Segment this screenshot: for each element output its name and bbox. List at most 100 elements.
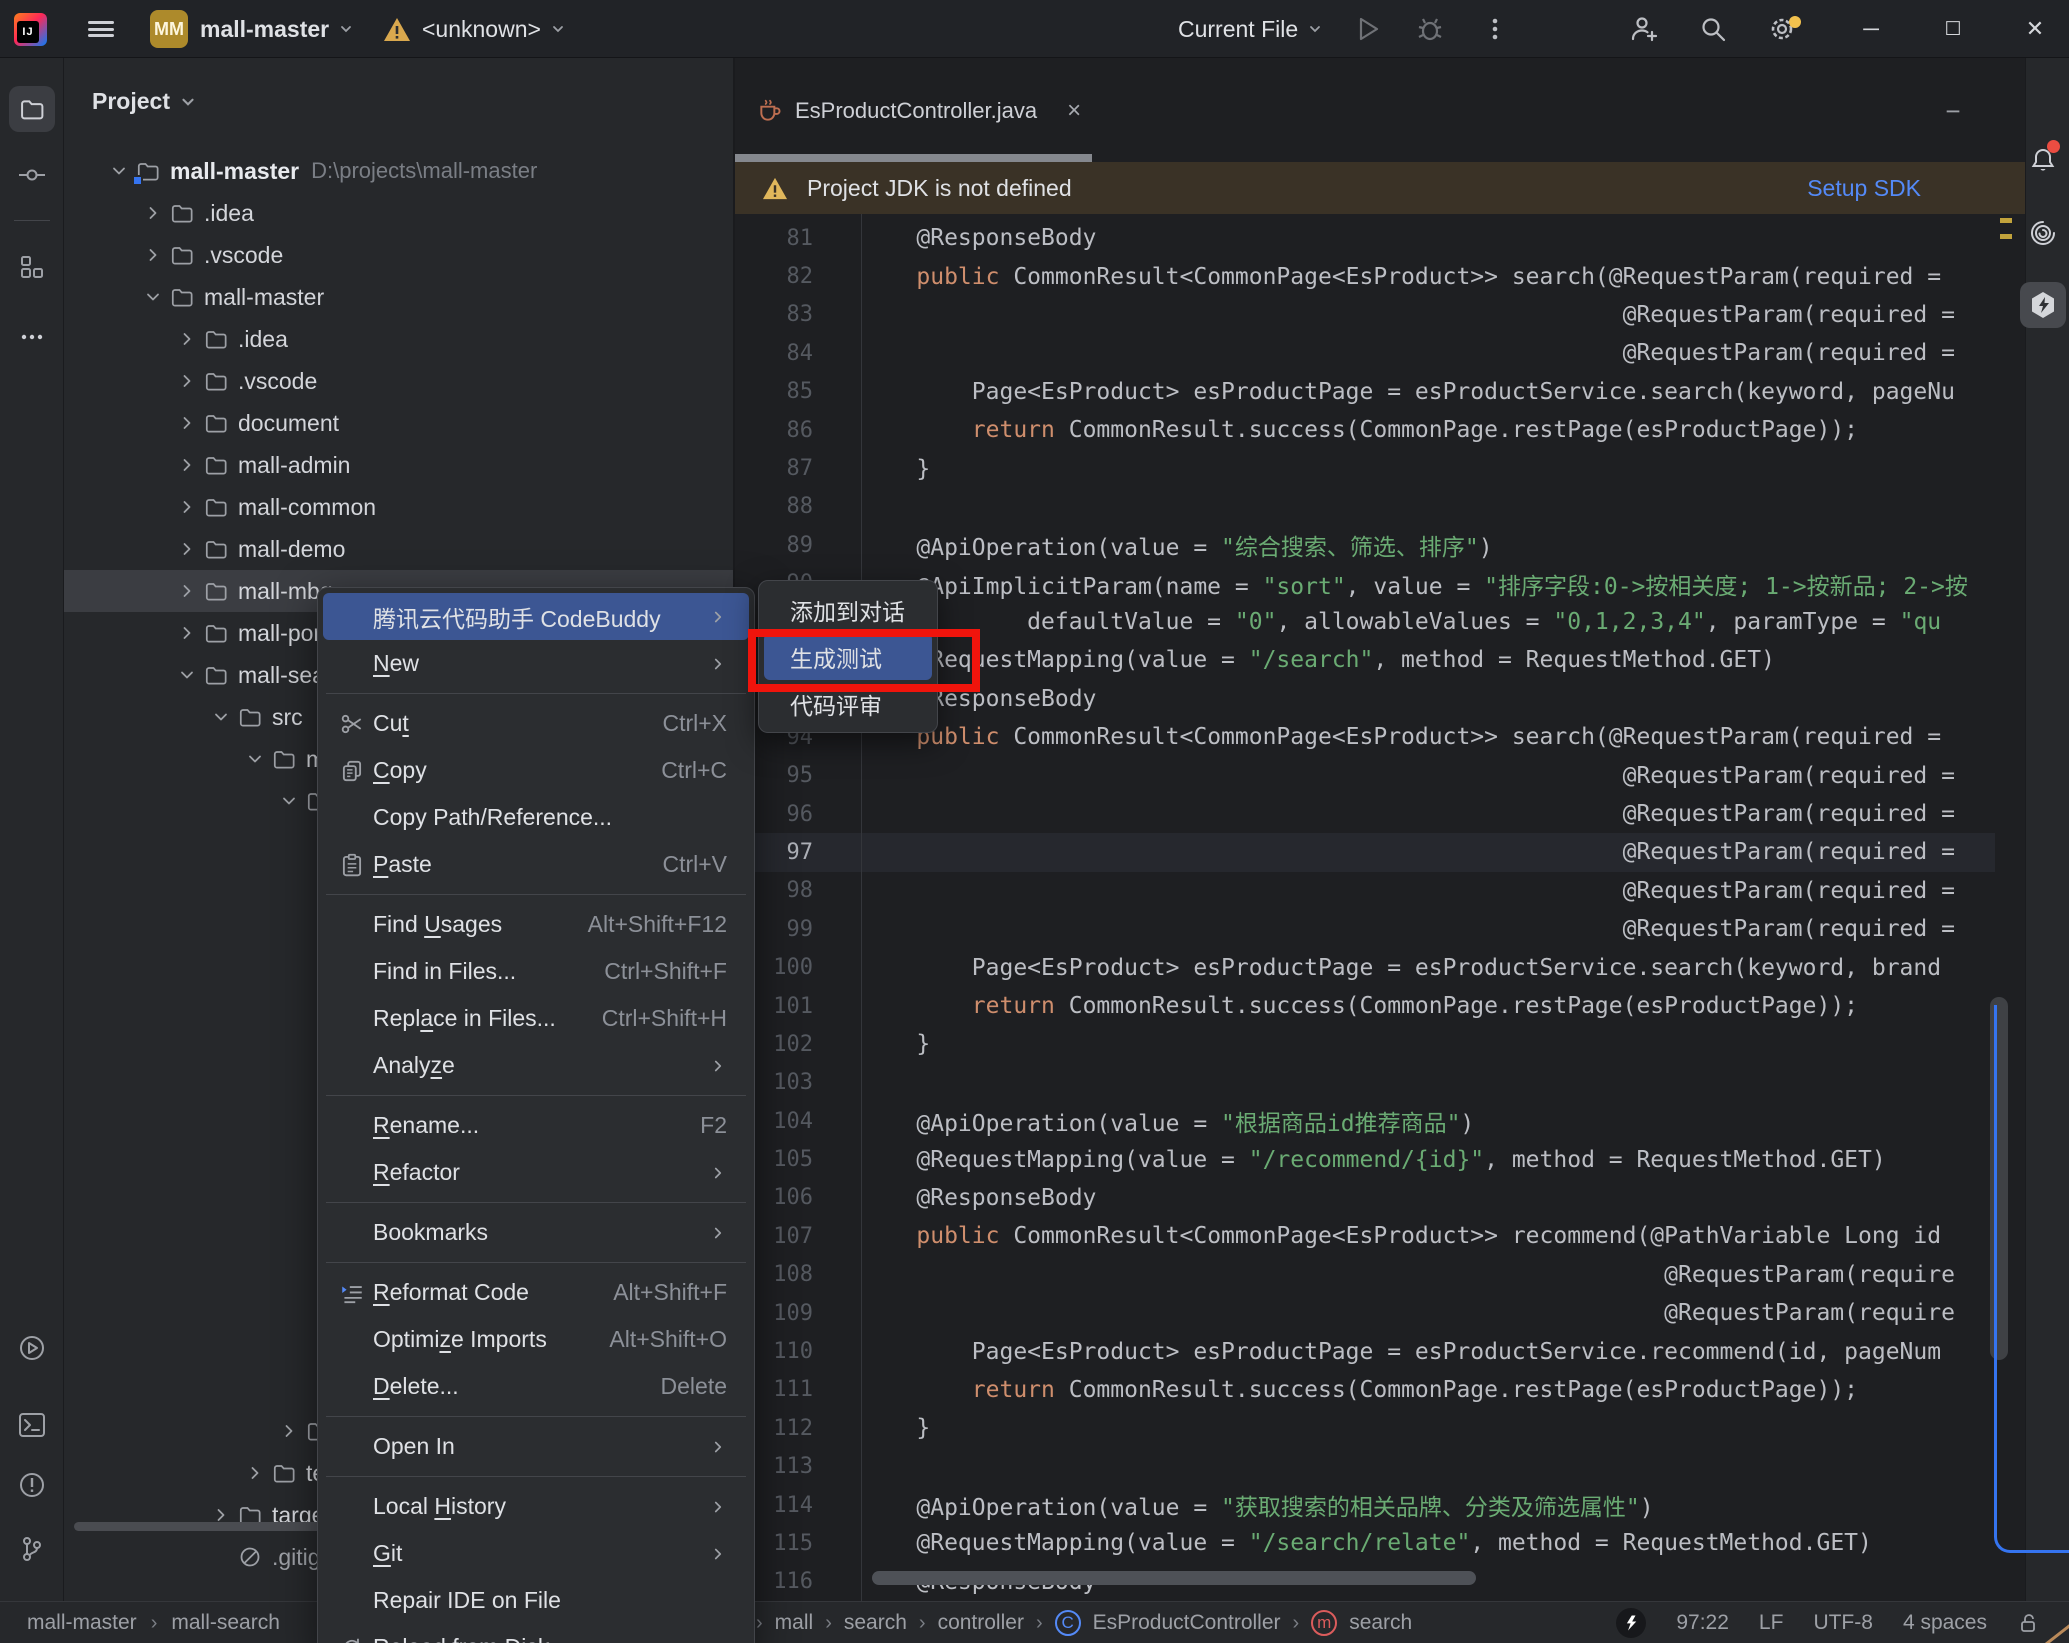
chevron-down-icon[interactable] xyxy=(274,791,304,811)
line-number[interactable]: 82 xyxy=(735,264,861,289)
breadcrumb-mall-search[interactable]: mall-search xyxy=(171,1611,280,1635)
line-number[interactable]: 88 xyxy=(735,494,861,519)
menu-item-repair-ide-on-file[interactable]: Repair IDE on File xyxy=(323,1577,749,1624)
project-avatar[interactable]: MM xyxy=(150,10,188,48)
setup-sdk-link[interactable]: Setup SDK xyxy=(1807,175,1921,202)
tree-item-mall-master[interactable]: mall-masterD:\projects\mall-master xyxy=(64,150,735,192)
tree-item--idea[interactable]: .idea xyxy=(64,318,735,360)
terminal-tool-icon[interactable] xyxy=(9,1402,55,1448)
menu-item-replace-in-files-[interactable]: Replace in Files...Ctrl+Shift+H xyxy=(323,995,749,1042)
close-button[interactable]: ✕ xyxy=(2012,0,2058,58)
add-user-icon[interactable] xyxy=(1628,14,1658,44)
tree-item-mall-master[interactable]: mall-master xyxy=(64,276,735,318)
menu-item-optimize-imports[interactable]: Optimize ImportsAlt+Shift+O xyxy=(323,1316,749,1363)
tree-item-mall-admin[interactable]: mall-admin xyxy=(64,444,735,486)
menu-item-find-usages[interactable]: Find UsagesAlt+Shift+F12 xyxy=(323,901,749,948)
chevron-down-icon[interactable] xyxy=(138,287,168,307)
run-configuration-selector[interactable]: Current File xyxy=(1178,0,1322,58)
menu-item-paste[interactable]: PasteCtrl+V xyxy=(323,841,749,888)
menu-item-copy[interactable]: CopyCtrl+C xyxy=(323,747,749,794)
line-number[interactable]: 85 xyxy=(735,379,861,404)
line-ending[interactable]: LF xyxy=(1759,1611,1784,1635)
caret-position[interactable]: 97:22 xyxy=(1676,1611,1729,1635)
menu-item-copy-path-reference-[interactable]: Copy Path/Reference... xyxy=(323,794,749,841)
file-encoding[interactable]: UTF-8 xyxy=(1813,1611,1873,1635)
tree-item--idea[interactable]: .idea xyxy=(64,192,735,234)
chevron-right-icon[interactable] xyxy=(172,413,202,433)
line-number[interactable]: 86 xyxy=(735,418,861,443)
project-selector[interactable]: mall-master xyxy=(200,0,353,58)
menu-item-腾讯云代码助手-codebuddy[interactable]: 腾讯云代码助手 CodeBuddy xyxy=(323,593,749,640)
search-icon[interactable] xyxy=(1698,14,1728,44)
chevron-right-icon[interactable] xyxy=(172,539,202,559)
menu-item-refactor[interactable]: Refactor xyxy=(323,1149,749,1196)
chevron-right-icon[interactable] xyxy=(172,455,202,475)
chevron-down-icon[interactable] xyxy=(172,665,202,685)
menu-item-rename-[interactable]: Rename...F2 xyxy=(323,1102,749,1149)
minimize-button[interactable]: ─ xyxy=(1848,0,1894,58)
breadcrumb-search[interactable]: search xyxy=(1349,1611,1412,1635)
run-tool-icon[interactable] xyxy=(9,1325,55,1371)
menu-item-reload-from-disk[interactable]: Reload from Disk xyxy=(323,1624,749,1643)
breadcrumb-controller[interactable]: controller xyxy=(938,1611,1024,1635)
chevron-right-icon[interactable] xyxy=(138,245,168,265)
project-tool-icon[interactable] xyxy=(9,86,55,132)
breadcrumb-esproductcontroller[interactable]: EsProductController xyxy=(1093,1611,1281,1635)
status-breadcrumb-left[interactable]: mall-master›mall-search xyxy=(27,1602,280,1643)
more-actions-icon[interactable] xyxy=(1480,14,1510,44)
menu-item-bookmarks[interactable]: Bookmarks xyxy=(323,1209,749,1256)
menu-item-git[interactable]: Git xyxy=(323,1530,749,1577)
menu-item-local-history[interactable]: Local History xyxy=(323,1483,749,1530)
indent-setting[interactable]: 4 spaces xyxy=(1903,1611,1987,1635)
chevron-down-icon[interactable] xyxy=(240,749,270,769)
breadcrumb-mall[interactable]: mall xyxy=(775,1611,814,1635)
tab-close-icon[interactable]: × xyxy=(1067,97,1081,125)
menu-item-delete-[interactable]: Delete...Delete xyxy=(323,1363,749,1410)
profile-selector[interactable]: <unknown> xyxy=(382,0,565,58)
structure-tool-icon[interactable] xyxy=(9,244,55,290)
line-number[interactable]: 81 xyxy=(735,226,861,251)
line-number[interactable]: 83 xyxy=(735,302,861,327)
editor-horizontal-scrollbar[interactable] xyxy=(872,1571,1476,1585)
codebuddy-icon[interactable] xyxy=(2020,282,2066,328)
status-breadcrumb-right[interactable]: ›mall›search›controller›CEsProductContro… xyxy=(756,1602,1412,1643)
submenu-item-添加到对话[interactable]: 添加到对话 xyxy=(764,586,932,633)
line-number[interactable]: 89 xyxy=(735,533,861,558)
menu-item-analyze[interactable]: Analyze xyxy=(323,1042,749,1089)
line-number[interactable]: 84 xyxy=(735,341,861,366)
chevron-down-icon[interactable] xyxy=(206,707,236,727)
chevron-right-icon[interactable] xyxy=(172,329,202,349)
maximize-button[interactable]: ☐ xyxy=(1930,0,1976,58)
breadcrumb-search[interactable]: search xyxy=(844,1611,907,1635)
run-icon[interactable] xyxy=(1352,14,1382,44)
main-menu-icon[interactable] xyxy=(88,0,114,58)
menu-item-find-in-files-[interactable]: Find in Files...Ctrl+Shift+F xyxy=(323,948,749,995)
menu-item-reformat-code[interactable]: Reformat CodeAlt+Shift+F xyxy=(323,1269,749,1316)
problems-tool-icon[interactable] xyxy=(9,1462,55,1508)
tree-item-mall-demo[interactable]: mall-demo xyxy=(64,528,735,570)
menu-item-new[interactable]: New xyxy=(323,640,749,687)
debug-icon[interactable] xyxy=(1415,14,1445,44)
tab-esproductcontroller[interactable]: EsProductController.java × xyxy=(735,68,1081,154)
chevron-right-icon[interactable] xyxy=(274,1421,304,1441)
chevron-right-icon[interactable] xyxy=(172,623,202,643)
hide-panel-icon[interactable]: − xyxy=(1940,96,1966,122)
tree-item-document[interactable]: document xyxy=(64,402,735,444)
tree-item--vscode[interactable]: .vscode xyxy=(64,234,735,276)
project-panel-header[interactable]: Project xyxy=(92,88,196,115)
tree-item--vscode[interactable]: .vscode xyxy=(64,360,735,402)
chevron-down-icon[interactable] xyxy=(104,161,134,181)
ai-assistant-icon[interactable] xyxy=(2020,210,2066,256)
notifications-bell-icon[interactable] xyxy=(2020,138,2066,184)
codebuddy-status-icon[interactable] xyxy=(1616,1608,1646,1638)
git-tool-icon[interactable] xyxy=(9,1526,55,1572)
breadcrumb-mall-master[interactable]: mall-master xyxy=(27,1611,137,1635)
menu-item-cut[interactable]: CutCtrl+X xyxy=(323,700,749,747)
code-editor[interactable]: 81 @ResponseBody82 public CommonResult<C… xyxy=(735,214,1995,1601)
lock-icon[interactable] xyxy=(2017,1611,2041,1635)
chevron-right-icon[interactable] xyxy=(240,1463,270,1483)
more-tools-icon[interactable] xyxy=(9,314,55,360)
menu-item-open-in[interactable]: Open In xyxy=(323,1423,749,1470)
line-number[interactable]: 87 xyxy=(735,456,861,481)
commit-tool-icon[interactable] xyxy=(9,152,55,198)
